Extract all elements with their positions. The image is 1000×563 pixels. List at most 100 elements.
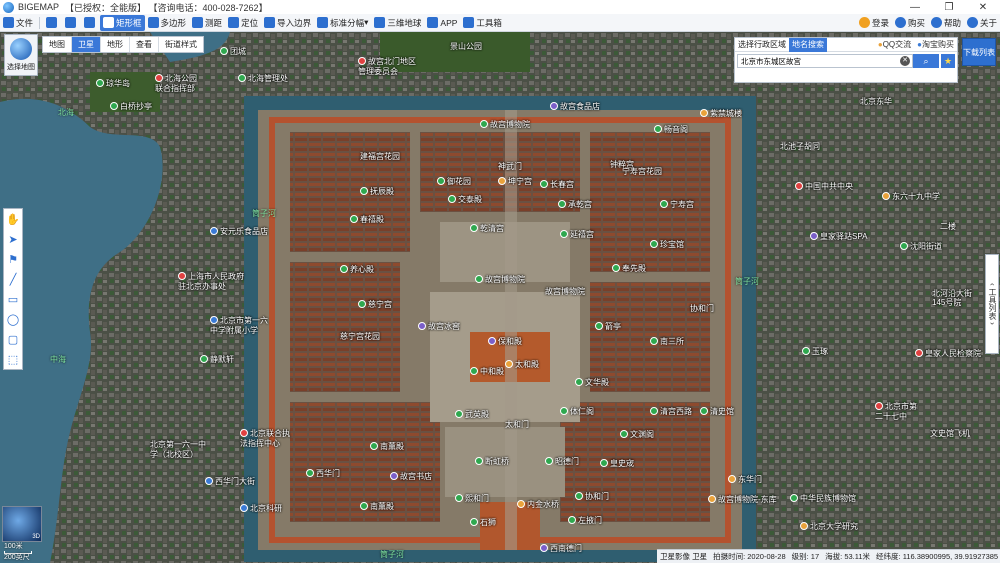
circle-tool-icon[interactable]: ◯ [4, 309, 22, 329]
toolbox-button[interactable]: 工具箱 [460, 15, 505, 31]
map-poi-label[interactable]: 西华门 [306, 469, 340, 478]
map-poi-label[interactable]: 故宫北门地区 [358, 57, 416, 66]
map-poi-label[interactable]: 琼华岛 [96, 79, 130, 88]
map-poi-label[interactable]: 左掖门 [568, 516, 602, 525]
map-poi-label[interactable]: 北京第一六一中 [150, 440, 206, 449]
favorite-button[interactable]: ★ [941, 54, 955, 68]
map-poi-label[interactable]: 南三所 [650, 337, 684, 346]
zoom-in-button[interactable] [43, 15, 62, 31]
pan-button[interactable] [81, 15, 100, 31]
tab-select-region[interactable]: 选择行政区域 [735, 38, 789, 52]
map-poi-label[interactable]: 二楼 [940, 222, 956, 231]
map-poi-label[interactable]: 奉先殿 [612, 264, 646, 273]
map-poi-label[interactable]: 畅音阁 [654, 125, 688, 134]
map-poi-label[interactable]: 145号院 [932, 298, 961, 307]
minimap[interactable]: 3D [2, 506, 42, 542]
qq-link[interactable]: ●QQ交流 [875, 39, 914, 50]
map-poi-label[interactable]: 北京科研 [240, 504, 282, 513]
map-poi-label[interactable]: 宁寿宫花园 [622, 167, 662, 176]
map-type-terrain[interactable]: 地形 [101, 37, 130, 52]
search-button[interactable]: ⌕ [913, 54, 939, 68]
tab-place-search[interactable]: 地名搜索 [789, 37, 827, 52]
map-poi-label[interactable]: 石狮 [470, 518, 496, 527]
map-poi-label[interactable]: 乾清宫 [470, 224, 504, 233]
polyline-tool-icon[interactable]: ▭ [4, 289, 22, 309]
map-poi-label[interactable]: 东六十九中学 [882, 192, 940, 201]
buy-button[interactable]: 购买 [892, 15, 928, 31]
map-poi-label[interactable]: 北池子胡同 [780, 142, 820, 151]
map-type-view[interactable]: 查看 [130, 37, 159, 52]
arrow-tool-icon[interactable]: ➤ [4, 229, 22, 249]
map-type-satellite[interactable]: 卫星 [72, 37, 101, 52]
map-poi-label[interactable]: 抚辰殿 [360, 187, 394, 196]
map-poi-label[interactable]: 中和殿 [470, 367, 504, 376]
map-poi-label[interactable]: 北京东华 [860, 97, 892, 106]
file-menu[interactable]: 文件 [0, 15, 36, 31]
map-poi-label[interactable]: 皇史宬 [600, 459, 634, 468]
map-poi-label[interactable]: 北海公园 [155, 74, 197, 83]
map-poi-label[interactable]: 箭亭 [595, 322, 621, 331]
map-poi-label[interactable]: 北京联合执 [240, 429, 290, 438]
maximize-button[interactable]: ❐ [932, 2, 966, 13]
map-poi-label[interactable]: 熙和门 [455, 494, 489, 503]
map-poi-label[interactable]: 慈宁宫 [358, 300, 392, 309]
map-poi-label[interactable]: 延禧宫 [560, 230, 594, 239]
map-poi-label[interactable]: 紫禁城楼 [700, 109, 742, 118]
map-poi-label[interactable]: 养心殿 [340, 265, 374, 274]
map-poi-label[interactable]: 西南德门 [540, 544, 582, 553]
map-poi-label[interactable]: 北京大学研究 [800, 522, 858, 531]
hand-tool-icon[interactable]: ✋ [4, 209, 22, 229]
map-poi-label[interactable]: 二十七中 [875, 412, 907, 421]
map-poi-label[interactable]: 皇家人民检察院 [915, 349, 981, 358]
rectangle-tool-icon[interactable]: ▢ [4, 329, 22, 349]
map-poi-label[interactable]: 清宫西路 [650, 407, 692, 416]
map-poi-label[interactable]: 白桥抄亭 [110, 102, 152, 111]
map-poi-label[interactable]: 学（北校区） [150, 450, 198, 459]
map-poi-label[interactable]: 北京市第 [875, 402, 917, 411]
import-boundary-button[interactable]: 导入边界 [261, 15, 314, 31]
map-poi-label[interactable]: 建福宫花园 [360, 152, 400, 161]
map-poi-label[interactable]: 御花园 [437, 177, 471, 186]
map-poi-label[interactable]: 玉琢 [802, 347, 828, 356]
select-map-button[interactable]: 选择地图 [4, 34, 38, 76]
map-poi-label[interactable]: 协和门 [690, 304, 714, 313]
map-poi-label[interactable]: 东华门 [728, 475, 762, 484]
map-poi-label[interactable]: 故宫博物院 [475, 275, 525, 284]
map-poi-label[interactable]: 安元乐食品店 [210, 227, 268, 236]
map-poi-label[interactable]: 景山公园 [450, 42, 482, 51]
search-input[interactable] [737, 54, 913, 68]
map-poi-label[interactable]: 珍宝馆 [650, 240, 684, 249]
map-poi-label[interactable]: 长春宫 [540, 180, 574, 189]
map-poi-label[interactable]: 交泰殿 [448, 195, 482, 204]
map-poi-label[interactable]: 上海市人民政府 [178, 272, 244, 281]
map-poi-label[interactable]: 太和殿 [505, 360, 539, 369]
map-poi-label[interactable]: 太和门 [505, 420, 529, 429]
zoom-out-button[interactable] [62, 15, 81, 31]
map-poi-label[interactable]: 清史馆 [700, 407, 734, 416]
rectangle-select-button[interactable]: 矩形框 [100, 14, 145, 31]
map-poi-label[interactable]: 故宫博物院-东库 [708, 495, 777, 504]
marker-tool-icon[interactable]: ⚑ [4, 249, 22, 269]
map-poi-label[interactable]: 管理委员会 [358, 67, 398, 76]
map-poi-label[interactable]: 春禧殿 [350, 215, 384, 224]
close-button[interactable]: ✕ [966, 2, 1000, 13]
measure-button[interactable]: 测距 [189, 15, 225, 31]
map-poi-label[interactable]: 西华门大街 [205, 477, 255, 486]
map-poi-label[interactable]: 故宫食品店 [550, 102, 600, 111]
map-poi-label[interactable]: 文华殿 [575, 378, 609, 387]
map-poi-label[interactable]: 北河沿大街 [932, 289, 972, 298]
about-button[interactable]: 关于 [964, 15, 1000, 31]
map-poi-label[interactable]: 协和门 [575, 492, 609, 501]
map-poi-label[interactable]: 宁寿宫 [660, 200, 694, 209]
satellite-map[interactable]: 选择地图 地图 卫星 地形 查看 街道样式 ✋ ➤ ⚑ ╱ ▭ ◯ ▢ ⬚ 选择… [0, 32, 1000, 563]
map-poi-label[interactable]: 文渊阁 [620, 430, 654, 439]
map-poi-label[interactable]: 慈宁宫花园 [340, 332, 380, 341]
map-poi-label[interactable]: 南薰殿 [370, 442, 404, 451]
locate-button[interactable]: 定位 [225, 15, 261, 31]
download-list-button[interactable]: 下载列表 [962, 38, 996, 66]
map-poi-label[interactable]: 故宫冰窖 [418, 322, 460, 331]
map-poi-label[interactable]: 中华民族博物馆 [790, 494, 856, 503]
map-poi-label[interactable]: 沈阳街道 [900, 242, 942, 251]
app-button[interactable]: APP [424, 15, 460, 31]
map-poi-label[interactable]: 承乾宫 [558, 200, 592, 209]
